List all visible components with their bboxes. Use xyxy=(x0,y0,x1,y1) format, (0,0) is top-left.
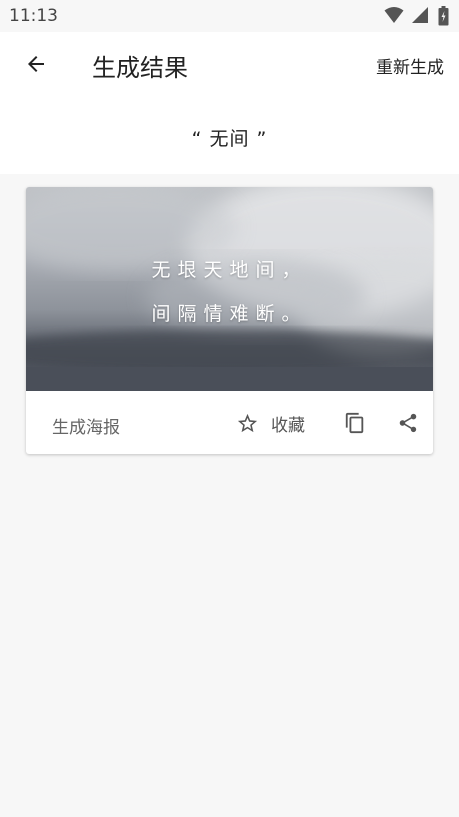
copy-icon xyxy=(345,412,364,434)
signal-icon xyxy=(411,7,428,23)
page-title: 生成结果 xyxy=(92,54,188,82)
query-area: “ 无间 ” xyxy=(0,96,459,174)
favorite-label: 收藏 xyxy=(271,415,305,436)
poster-image: 无垠天地间， 间隔情难断。 xyxy=(26,187,433,391)
app-bar: 生成结果 重新生成 xyxy=(0,32,459,96)
generate-poster-button[interactable]: 生成海报 xyxy=(52,413,120,438)
arrow-left-icon xyxy=(28,56,44,72)
back-button[interactable] xyxy=(14,42,58,86)
status-time: 11:13 xyxy=(9,6,58,26)
poem-line-2: 间隔情难断。 xyxy=(151,303,308,325)
cloud-background xyxy=(26,187,433,391)
star-outline-icon xyxy=(237,413,258,432)
copy-button[interactable] xyxy=(344,412,366,438)
result-card: 无垠天地间， 间隔情难断。 生成海报 收藏 xyxy=(26,187,433,454)
status-icons xyxy=(384,6,449,26)
card-actions: 生成海报 收藏 xyxy=(26,391,433,454)
favorite-button[interactable]: 收藏 xyxy=(236,408,305,438)
poem-line-1: 无垠天地间， xyxy=(151,259,308,281)
battery-icon xyxy=(438,6,449,26)
query-text: “ 无间 ” xyxy=(191,128,268,150)
regenerate-button[interactable]: 重新生成 xyxy=(376,53,444,78)
share-icon xyxy=(399,413,417,433)
wifi-icon xyxy=(384,7,404,23)
status-bar: 11:13 xyxy=(0,0,459,32)
share-button[interactable] xyxy=(397,412,419,438)
